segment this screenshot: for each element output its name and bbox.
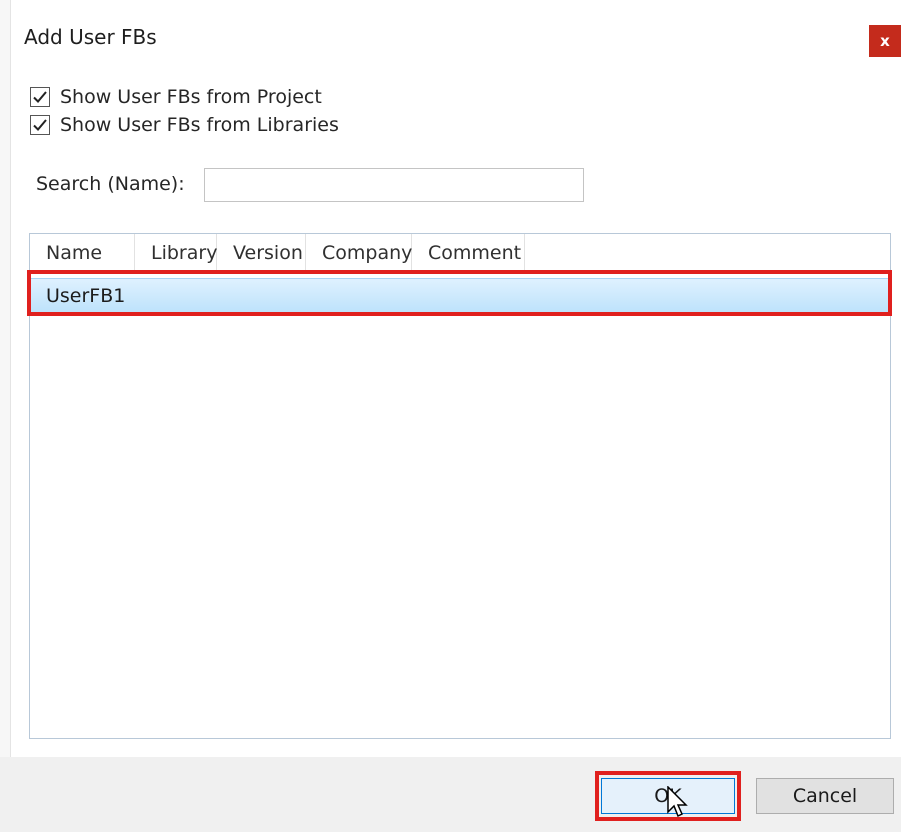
search-input[interactable] [204, 168, 584, 202]
close-button[interactable]: x [869, 25, 901, 57]
search-label: Search (Name): [36, 173, 185, 195]
column-header-version[interactable]: Version [217, 234, 306, 272]
checkmark-icon [33, 119, 47, 131]
column-header-library[interactable]: Library [135, 234, 217, 272]
cancel-button[interactable]: Cancel [756, 778, 894, 814]
column-header-name[interactable]: Name [30, 234, 135, 272]
checkmark-icon [33, 91, 47, 103]
close-icon: x [880, 32, 890, 50]
show-libraries-checkbox-row[interactable]: Show User FBs from Libraries [30, 114, 339, 136]
column-header-comment[interactable]: Comment [412, 234, 525, 272]
show-project-checkbox[interactable] [30, 87, 50, 107]
show-libraries-checkbox[interactable] [30, 115, 50, 135]
column-header-company[interactable]: Company [306, 234, 412, 272]
show-libraries-label: Show User FBs from Libraries [60, 114, 339, 136]
list-header: Name Library Version Company Comment [30, 234, 525, 272]
show-project-label: Show User FBs from Project [60, 86, 322, 108]
highlight-box-row [27, 270, 892, 316]
add-user-fbs-dialog: Add User FBs x Show User FBs from Projec… [0, 0, 901, 832]
show-project-checkbox-row[interactable]: Show User FBs from Project [30, 86, 322, 108]
dialog-title: Add User FBs [24, 25, 157, 49]
mouse-cursor-icon [667, 786, 688, 818]
window-edge [0, 0, 11, 832]
